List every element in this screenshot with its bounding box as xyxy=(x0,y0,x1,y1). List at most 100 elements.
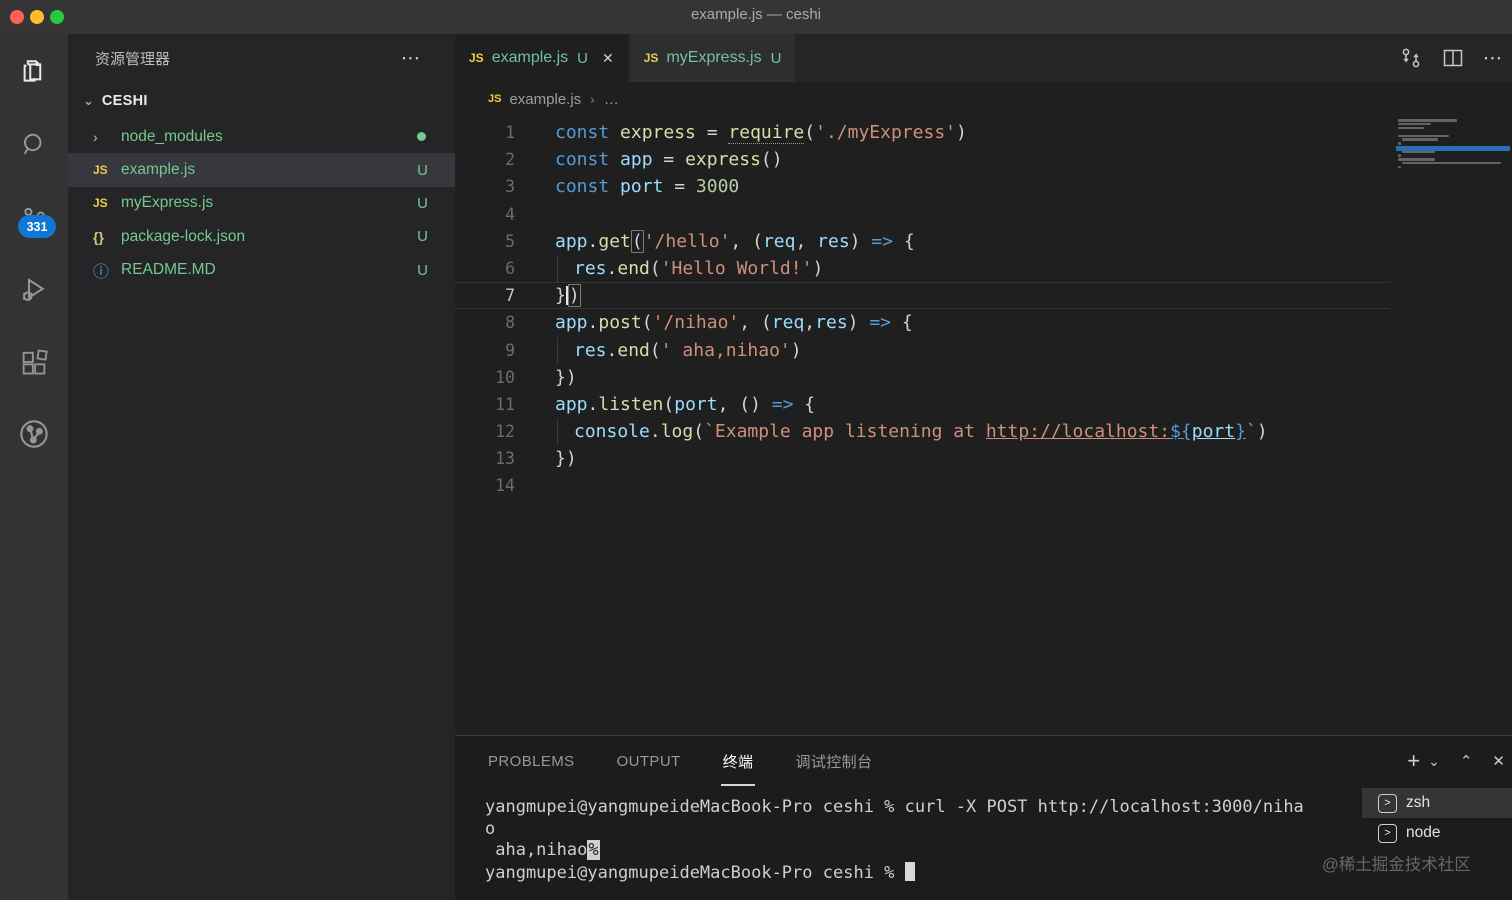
folder-section-header[interactable]: ⌄ CESHI xyxy=(68,84,455,117)
close-icon[interactable]: ✕ xyxy=(602,50,614,67)
panel-tab-output[interactable]: OUTPUT xyxy=(617,753,681,770)
file-name: node_modules xyxy=(121,127,223,145)
git-status-badge: U xyxy=(417,161,428,179)
file-item-example-js[interactable]: JS example.js U xyxy=(68,153,455,187)
git-status-badge: U xyxy=(417,261,428,279)
file-item-node-modules[interactable]: › node_modules xyxy=(68,120,455,153)
code-line[interactable]: 10}) xyxy=(455,364,1390,391)
code-editor[interactable]: 1 const express = require('./myExpress') 2… xyxy=(455,116,1512,735)
code-line[interactable]: 7}) xyxy=(455,282,1390,310)
editor-actions: ⋯ xyxy=(1399,34,1504,82)
sidebar-title: 资源管理器 xyxy=(95,50,171,68)
terminal-icon: > xyxy=(1378,793,1397,813)
sidebar-header: 资源管理器 ⋯ xyxy=(68,34,455,82)
code-line[interactable]: 8 app.post('/nihao', (req,res) => { xyxy=(455,309,1390,336)
line-number[interactable]: 2 xyxy=(455,146,515,173)
maximize-panel-icon[interactable]: ⌃ xyxy=(1460,752,1473,770)
terminal-line: yangmupei@yangmupeideMacBook-Pro ceshi % xyxy=(485,861,1304,885)
code-line[interactable]: 5 app.get('/hello', (req, res) => { xyxy=(455,228,1390,255)
code-line[interactable]: 4 xyxy=(455,201,1390,228)
minimap-line xyxy=(1402,138,1438,142)
terminal-label: node xyxy=(1406,824,1441,841)
code-line[interactable]: 9 res.end(' aha,nihao') xyxy=(455,336,1390,364)
terminal-list-item-zsh[interactable]: > zsh xyxy=(1362,788,1512,818)
line-number[interactable]: 4 xyxy=(455,201,515,228)
minimap-highlight xyxy=(1396,146,1510,151)
title-bar: example.js — ceshi xyxy=(0,0,1512,34)
code-line[interactable]: 14 xyxy=(455,472,1390,499)
code-line[interactable]: 12 console.log(`Example app listening at … xyxy=(455,418,1390,446)
terminal-output[interactable]: yangmupei@yangmupeideMacBook-Pro ceshi %… xyxy=(485,797,1304,884)
file-item-readme-md[interactable]: ⓘ README.MD U xyxy=(68,254,455,287)
run-debug-icon[interactable] xyxy=(0,264,68,316)
minimap-line xyxy=(1398,126,1425,130)
line-number[interactable]: 5 xyxy=(455,228,515,255)
code-line[interactable]: 11 app.listen(port, () => { xyxy=(455,391,1390,418)
line-number[interactable]: 10 xyxy=(455,364,515,391)
bottom-panel: PROBLEMS OUTPUT 终端 调试控制台 + ⌄ ⌃ ✕ yangmupei@… xyxy=(455,735,1512,900)
bracket-match: ) xyxy=(567,284,581,308)
line-number[interactable]: 14 xyxy=(455,472,515,499)
open-changes-icon[interactable] xyxy=(1399,46,1423,70)
line-number[interactable]: 1 xyxy=(455,119,515,146)
breadcrumb[interactable]: JS example.js › … xyxy=(455,82,1512,116)
vscode-window: example.js — ceshi 331 资源管理器 ⋯ ⌄ CESHI ›… xyxy=(0,0,1512,900)
line-number[interactable]: 9 xyxy=(455,337,515,364)
folder-name: CESHI xyxy=(101,92,148,109)
code-lines: 1 const express = require('./myExpress') 2… xyxy=(455,119,1512,500)
file-name: example.js xyxy=(121,161,196,179)
js-icon: JS xyxy=(93,196,108,211)
code-line[interactable]: 3 const port = 3000 xyxy=(455,173,1390,200)
panel-tab-problems[interactable]: PROBLEMS xyxy=(488,753,575,770)
split-editor-icon[interactable] xyxy=(1441,46,1465,70)
window-title: example.js — ceshi xyxy=(690,6,822,23)
code-line[interactable]: 1 const express = require('./myExpress') xyxy=(455,119,1390,146)
line-number[interactable]: 11 xyxy=(455,391,515,418)
panel-tab-终端[interactable]: 终端 xyxy=(720,751,756,786)
panel-actions: + ⌄ ⌃ ✕ xyxy=(1407,736,1505,786)
json-icon: {} xyxy=(93,228,104,245)
minimap[interactable] xyxy=(1396,119,1510,179)
tab-example-js[interactable]: JS example.js U ✕ xyxy=(455,34,628,82)
minimap-line xyxy=(1402,161,1502,165)
terminal-dropdown-icon[interactable]: ⌄ xyxy=(1428,753,1440,770)
new-terminal-icon[interactable]: + xyxy=(1407,748,1420,774)
code-line[interactable]: 6 res.end('Hello World!') xyxy=(455,254,1390,283)
modified-dot xyxy=(417,132,426,142)
line-number[interactable]: 12 xyxy=(455,418,515,445)
line-number[interactable]: 6 xyxy=(455,255,515,282)
panel-tab-调试控制台[interactable]: 调试控制台 xyxy=(795,751,872,772)
line-number[interactable]: 8 xyxy=(455,309,515,336)
terminal-list: > zsh > node xyxy=(1362,788,1512,848)
line-number[interactable]: 3 xyxy=(455,173,515,200)
git-graph-icon[interactable] xyxy=(0,408,68,460)
line-number[interactable]: 13 xyxy=(455,445,515,472)
extensions-icon[interactable] xyxy=(0,336,68,388)
breadcrumb-more[interactable]: … xyxy=(604,91,619,108)
git-status-badge: U xyxy=(417,228,428,246)
tab-myexpress-js[interactable]: JS myExpress.js U xyxy=(629,34,796,82)
terminal-list-item-node[interactable]: > node xyxy=(1362,818,1512,848)
js-icon: JS xyxy=(643,51,659,65)
terminal-label: zsh xyxy=(1406,794,1431,811)
minimap-line xyxy=(1398,165,1402,169)
sidebar-more-actions-icon[interactable]: ⋯ xyxy=(401,47,422,70)
file-item-myexpress-js[interactable]: JS myExpress.js U xyxy=(68,187,455,220)
minimap-line xyxy=(1398,134,1450,138)
js-icon: JS xyxy=(469,51,484,65)
reverse-video-percent: % xyxy=(587,840,600,861)
explorer-icon[interactable] xyxy=(0,44,68,96)
close-panel-icon[interactable]: ✕ xyxy=(1492,752,1505,770)
panel-tabs: PROBLEMS OUTPUT 终端 调试控制台 xyxy=(488,736,872,786)
line-number[interactable]: 7 xyxy=(455,283,515,308)
more-actions-icon[interactable]: ⋯ xyxy=(1483,47,1504,70)
file-item-package-lock-json[interactable]: {} package-lock.json U xyxy=(68,220,455,253)
terminal-line: o xyxy=(485,818,496,839)
breadcrumb-file[interactable]: example.js xyxy=(509,91,581,108)
search-icon[interactable] xyxy=(0,119,68,171)
minimap-line xyxy=(1398,119,1457,122)
info-icon: ⓘ xyxy=(93,264,110,282)
code-line[interactable]: 2 const app = express() xyxy=(455,146,1390,173)
localhost-link[interactable]: http://localhost: xyxy=(986,421,1170,442)
code-line[interactable]: 13}) xyxy=(455,445,1390,472)
